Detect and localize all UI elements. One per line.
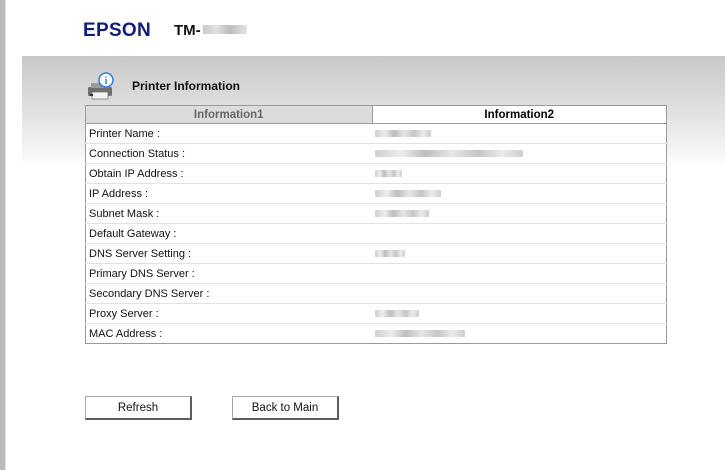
row-label: Primary DNS Server : xyxy=(85,263,372,284)
row-value xyxy=(372,263,667,284)
redacted-value xyxy=(375,170,402,178)
window-left-edge xyxy=(0,0,6,470)
redacted-value xyxy=(375,330,465,338)
tab-information1[interactable]: Information1 xyxy=(85,105,373,124)
table-row: Secondary DNS Server : xyxy=(85,283,667,304)
row-value xyxy=(372,243,667,264)
redacted-value xyxy=(375,250,405,258)
table-row: Obtain IP Address : xyxy=(85,163,667,184)
redacted-value xyxy=(375,130,431,138)
table-row: IP Address : xyxy=(85,183,667,204)
printer-info-icon: i xyxy=(88,72,114,100)
row-label: Obtain IP Address : xyxy=(85,163,372,184)
row-value xyxy=(372,323,667,344)
page-header: EPSON TM- xyxy=(22,0,725,57)
row-value xyxy=(372,223,667,244)
row-value xyxy=(372,283,667,304)
table-row: MAC Address : xyxy=(85,323,667,344)
refresh-button[interactable]: Refresh xyxy=(85,396,192,420)
brand-logo: EPSON xyxy=(83,20,152,41)
table-row: DNS Server Setting : xyxy=(85,243,667,264)
row-value xyxy=(372,303,667,324)
redacted-value xyxy=(375,150,523,158)
row-label: Secondary DNS Server : xyxy=(85,283,372,304)
printer-info-table: Information1 Information2 Printer Name :… xyxy=(85,105,667,344)
row-label: Subnet Mask : xyxy=(85,203,372,224)
row-label: Default Gateway : xyxy=(85,223,372,244)
model-number-redacted xyxy=(202,25,247,34)
row-value xyxy=(372,203,667,224)
back-to-main-button[interactable]: Back to Main xyxy=(232,396,339,420)
table-row: Proxy Server : xyxy=(85,303,667,324)
row-label: Proxy Server : xyxy=(85,303,372,324)
svg-text:i: i xyxy=(105,76,108,87)
table-row: Primary DNS Server : xyxy=(85,263,667,284)
row-label: Connection Status : xyxy=(85,143,372,164)
row-value xyxy=(372,163,667,184)
model-prefix: TM- xyxy=(174,22,201,39)
table-row: Subnet Mask : xyxy=(85,203,667,224)
row-label: DNS Server Setting : xyxy=(85,243,372,264)
table-row: Printer Name : xyxy=(85,123,667,144)
section-title: Printer Information xyxy=(132,79,241,93)
tab-information2[interactable]: Information2 xyxy=(371,105,667,124)
table-row: Connection Status : xyxy=(85,143,667,164)
row-value xyxy=(372,183,667,204)
row-label: Printer Name : xyxy=(85,123,372,144)
printer-model: TM- xyxy=(174,22,247,39)
tab-row: Information1 Information2 xyxy=(85,105,667,124)
redacted-value xyxy=(375,190,441,198)
row-value xyxy=(372,123,667,144)
table-row: Default Gateway : xyxy=(85,223,667,244)
redacted-value xyxy=(375,210,429,218)
row-value xyxy=(372,143,667,164)
redacted-value xyxy=(375,310,419,318)
row-label: MAC Address : xyxy=(85,323,372,344)
row-label: IP Address : xyxy=(85,183,372,204)
